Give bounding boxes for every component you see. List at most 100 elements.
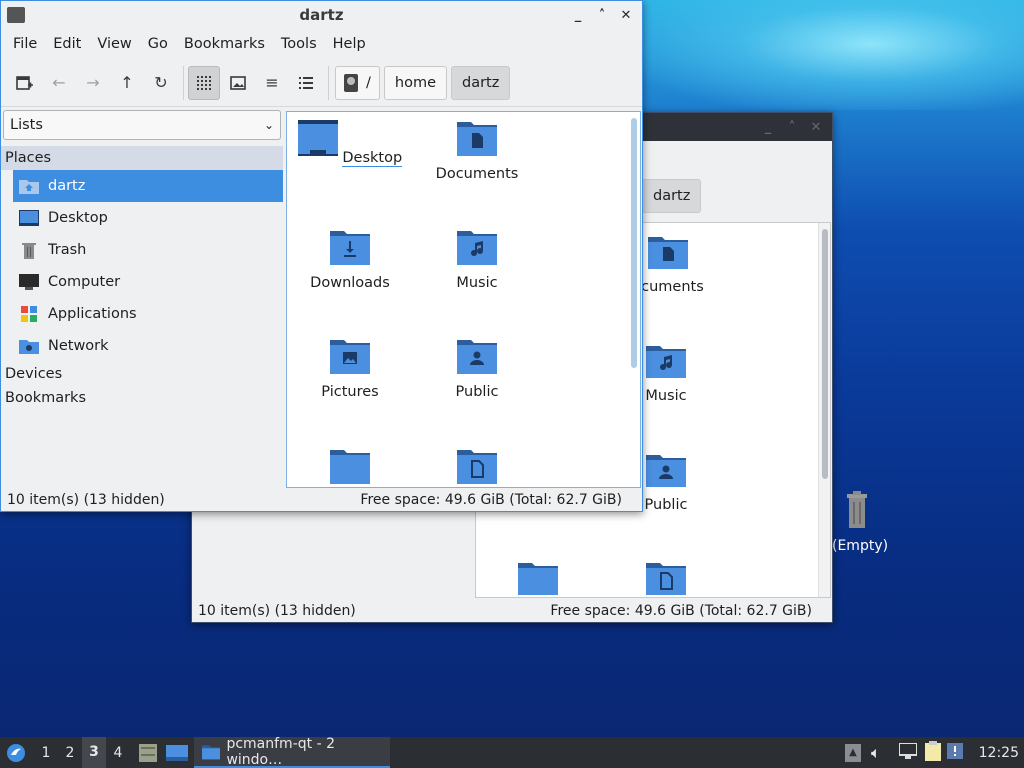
vertical-scrollbar[interactable] bbox=[628, 112, 640, 487]
desktop-trash[interactable]: (Empty) bbox=[826, 490, 889, 554]
close-icon[interactable]: ✕ bbox=[806, 117, 826, 137]
place-label: Trash bbox=[48, 242, 87, 258]
icon-view[interactable]: Desktop Documents Downloads Music Pictur… bbox=[286, 111, 641, 488]
file-music[interactable]: Music bbox=[417, 229, 537, 291]
file-label: Pictures bbox=[321, 384, 379, 400]
icon-view-button[interactable] bbox=[188, 65, 220, 100]
menu-tools[interactable]: Tools bbox=[273, 36, 325, 52]
close-icon[interactable]: ✕ bbox=[616, 5, 636, 25]
back-status-free-space: Free space: 49.6 GiB (Total: 62.7 GiB) bbox=[550, 603, 812, 619]
home-folder-icon bbox=[19, 177, 39, 195]
place-trash[interactable]: Trash bbox=[1, 234, 283, 266]
workspace-2[interactable]: 2 bbox=[58, 745, 82, 761]
toolbar: ← → ↑ ↻ ≡ / home dartz bbox=[1, 59, 642, 107]
breadcrumb-root[interactable]: / bbox=[335, 65, 380, 100]
compact-view-button[interactable]: ≡ bbox=[256, 66, 288, 100]
place-label: Network bbox=[48, 338, 109, 354]
place-label: Applications bbox=[48, 306, 137, 322]
up-button[interactable]: ↑ bbox=[111, 66, 143, 100]
workspace-1[interactable]: 1 bbox=[34, 745, 58, 761]
place-applications[interactable]: Applications bbox=[1, 298, 283, 330]
workspace-4[interactable]: 4 bbox=[106, 745, 130, 761]
breadcrumb-dartz[interactable]: dartz bbox=[451, 65, 511, 100]
reload-icon: ↻ bbox=[154, 73, 168, 92]
network-tray-icon[interactable] bbox=[897, 741, 918, 763]
side-pane-mode-value: Lists bbox=[10, 117, 43, 133]
front-file-manager-window[interactable]: dartz _ ˄ ✕ File Edit View Go Bookmarks … bbox=[0, 0, 643, 512]
detailed-view-button[interactable] bbox=[290, 66, 322, 100]
back-button[interactable]: ← bbox=[43, 66, 75, 100]
quicklaunch-desktop[interactable] bbox=[166, 743, 188, 763]
menu-edit[interactable]: Edit bbox=[45, 36, 89, 52]
task-label: pcmanfm-qt - 2 windo… bbox=[226, 735, 335, 768]
file-documents[interactable]: Documents bbox=[417, 120, 537, 182]
file-cabinet-icon bbox=[139, 743, 157, 762]
status-free-space: Free space: 49.6 GiB (Total: 62.7 GiB) bbox=[360, 492, 622, 508]
folder-icon[interactable] bbox=[330, 448, 370, 484]
place-desktop[interactable]: Desktop bbox=[1, 202, 283, 234]
maximize-icon[interactable]: ˄ bbox=[592, 5, 612, 25]
app-icon bbox=[7, 7, 25, 23]
menu-view[interactable]: View bbox=[89, 36, 139, 52]
reload-button[interactable]: ↻ bbox=[145, 66, 177, 100]
menubar: File Edit View Go Bookmarks Tools Help bbox=[1, 29, 642, 59]
downloads-folder-icon bbox=[330, 231, 370, 265]
place-computer[interactable]: Computer bbox=[1, 266, 283, 298]
desktop-trash-label: (Empty) bbox=[832, 538, 889, 554]
trash-icon bbox=[847, 491, 867, 528]
quicklaunch-files[interactable] bbox=[138, 743, 158, 763]
file-public[interactable]: Public bbox=[417, 338, 537, 400]
new-tab-icon bbox=[16, 75, 33, 90]
lxqt-logo-icon bbox=[7, 743, 25, 762]
menu-help[interactable]: Help bbox=[325, 36, 374, 52]
clipboard-icon[interactable] bbox=[924, 740, 941, 765]
place-dartz[interactable]: dartz bbox=[13, 170, 283, 202]
workspace-3[interactable]: 3 bbox=[82, 737, 106, 768]
place-label: Computer bbox=[48, 274, 121, 290]
list-compact-icon: ≡ bbox=[265, 73, 279, 92]
list-detailed-icon bbox=[299, 76, 313, 89]
minimize-icon[interactable]: _ bbox=[568, 5, 588, 25]
section-bookmarks[interactable]: Bookmarks bbox=[1, 386, 283, 410]
side-pane-mode-select[interactable]: Lists ⌄ bbox=[3, 110, 281, 140]
tray-arrow-button[interactable]: ▲ bbox=[845, 743, 862, 762]
folder-icon[interactable] bbox=[518, 559, 558, 595]
templates-folder-icon[interactable] bbox=[457, 448, 497, 484]
breadcrumb-home[interactable]: home bbox=[383, 65, 447, 100]
volume-icon[interactable]: 🔈︎ bbox=[871, 743, 881, 763]
file-label: Downloads bbox=[310, 275, 390, 291]
front-window-titlebar[interactable]: dartz _ ˄ ✕ bbox=[1, 1, 642, 29]
back-vertical-scrollbar[interactable] bbox=[818, 223, 830, 597]
minimize-icon[interactable]: _ bbox=[758, 117, 778, 137]
place-network[interactable]: Network bbox=[1, 330, 283, 362]
section-devices[interactable]: Devices bbox=[1, 362, 283, 386]
file-desktop[interactable]: Desktop bbox=[290, 120, 410, 167]
back-scroll-thumb[interactable] bbox=[822, 229, 828, 479]
scroll-thumb[interactable] bbox=[631, 118, 637, 368]
show-desktop-icon bbox=[166, 744, 188, 761]
back-statusbar: 10 item(s) (13 hidden) Free space: 49.6 … bbox=[192, 599, 832, 623]
back-breadcrumb-dartz[interactable]: dartz bbox=[642, 179, 702, 213]
taskbar-task-pcmanfm[interactable]: pcmanfm-qt - 2 windo… bbox=[194, 735, 390, 768]
file-pictures[interactable]: Pictures bbox=[290, 338, 410, 400]
thumbnail-view-button[interactable] bbox=[222, 66, 254, 100]
maximize-icon[interactable]: ˄ bbox=[782, 117, 802, 137]
menu-go[interactable]: Go bbox=[140, 36, 176, 52]
menu-bookmarks[interactable]: Bookmarks bbox=[176, 36, 273, 52]
arrow-up-icon: ↑ bbox=[120, 73, 134, 92]
file-downloads[interactable]: Downloads bbox=[290, 229, 410, 291]
documents-folder-icon bbox=[457, 122, 497, 156]
network-icon bbox=[19, 337, 39, 355]
start-menu-button[interactable] bbox=[0, 737, 32, 768]
toolbar-separator bbox=[183, 65, 184, 100]
section-places[interactable]: Places bbox=[1, 146, 283, 170]
taskbar: 1 2 3 4 pcmanfm-qt - 2 windo… ▲ 🔈︎ 12:25 bbox=[0, 735, 1024, 768]
update-notifier-icon[interactable] bbox=[946, 742, 963, 763]
clock[interactable]: 12:25 bbox=[979, 745, 1019, 761]
menu-file[interactable]: File bbox=[5, 36, 45, 52]
templates-folder-icon[interactable] bbox=[646, 559, 686, 595]
documents-folder-icon bbox=[648, 237, 688, 269]
forward-button[interactable]: → bbox=[77, 66, 109, 100]
window-title: dartz bbox=[299, 6, 344, 24]
new-tab-button[interactable] bbox=[9, 66, 41, 100]
